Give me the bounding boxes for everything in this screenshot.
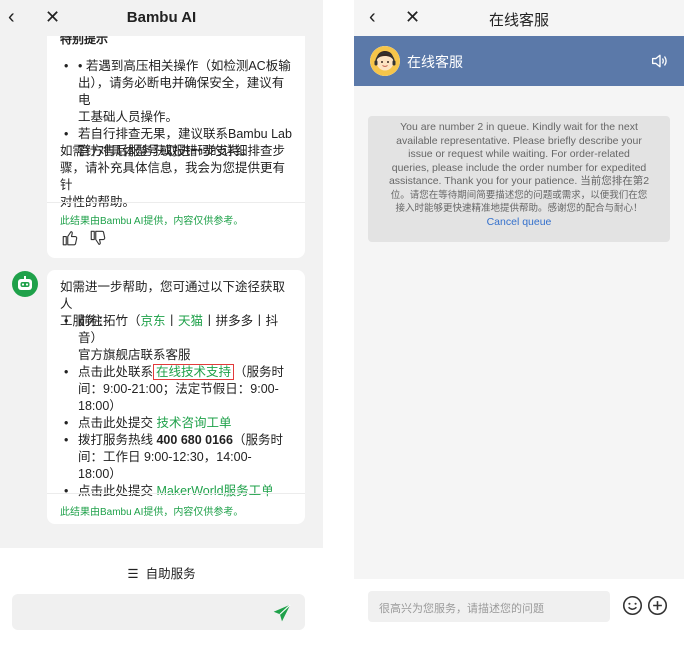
agent-avatar-icon — [370, 46, 400, 76]
chat-input[interactable] — [12, 594, 305, 630]
list-item-text: 出），请务必断电并确保安全，建议有电 — [78, 76, 285, 107]
queue-notice: You are number 2 in queue. Kindly wait f… — [368, 116, 670, 242]
queue-line: 位。请您在等待期间简要描述您的问题或需求，以便我们在您 — [390, 189, 648, 201]
list-item: 点击此处提交 技术咨询工单 — [60, 415, 296, 432]
list-item-text: 官方旗舰店联系客服 — [78, 348, 191, 362]
cancel-queue-link[interactable]: Cancel queue — [376, 216, 662, 230]
page-title: 在线客服 — [488, 12, 549, 29]
divider — [47, 202, 305, 203]
ai-disclaimer: 此结果由Bambu AI提供，内容仅供参考。 — [60, 216, 244, 227]
bot-avatar-icon — [12, 271, 38, 297]
ai-message-bubble: 如需进一步帮助，您可通过以下途径获取人 工服务： 前往拓竹（京东丨天猫丨拼多多丨… — [47, 270, 305, 524]
list-item-text: 18:00） — [78, 467, 122, 481]
queue-line: 接入时能够更快速精准地提供帮助。感谢您的配合与耐心！ — [395, 203, 643, 214]
send-icon[interactable] — [272, 603, 292, 623]
page-title: Bambu AI — [126, 9, 197, 26]
agent-bar: 在线客服 — [354, 36, 684, 86]
thumbs-up-icon[interactable] — [61, 229, 79, 247]
hotline-number[interactable]: 400 680 0166 — [156, 433, 232, 447]
thumbs-down-icon[interactable] — [89, 229, 107, 247]
list-item-text: （服务时 — [234, 365, 285, 379]
list-item-text: 若自行排查无果，建议联系Bambu Lab — [78, 127, 292, 141]
speaker-icon[interactable] — [650, 52, 670, 70]
separator: 丨 — [165, 314, 179, 328]
paragraph-line: 如需进一步帮助，您可通过以下途径获取人 — [60, 280, 286, 311]
list-item-text: （服务时 — [232, 433, 283, 447]
queue-line: assistance. Thank you for your patience.… — [388, 175, 650, 187]
plus-icon[interactable] — [647, 595, 668, 616]
ai-disclaimer: 此结果由Bambu AI提供，内容仅供参考。 — [60, 507, 244, 518]
paragraph-line: 如需针对具体型号或报错码的详细排查步 — [60, 144, 286, 158]
list-item-text: 点击此处提交 — [78, 484, 157, 498]
makerworld-ticket-link[interactable]: MakerWorld服务工单 — [156, 484, 273, 498]
list-item-text: 点击此处联系 — [78, 365, 154, 379]
list-item: 前往拓竹（京东丨天猫丨拼多多丨抖音） 官方旗舰店联系客服 — [60, 313, 296, 364]
list-item-text: • 若遇到高压相关操作（如检测AC板输 — [78, 59, 291, 73]
list-item-text: 拨打服务热线 — [78, 433, 157, 447]
bambu-ai-chat-panel: 特别提示 • 若遇到高压相关操作（如检测AC板输 出），请务必断电并确保安全，建… — [0, 0, 323, 652]
queue-line: queries, please include the order number… — [391, 161, 647, 174]
self-service-label: 自助服务 — [145, 567, 196, 581]
jd-link[interactable]: 京东 — [141, 314, 166, 328]
tech-ticket-link[interactable]: 技术咨询工单 — [156, 416, 231, 430]
online-tech-support-link[interactable]: 在线技术支持 — [153, 364, 235, 380]
ai-message-bubble: 特别提示 • 若遇到高压相关操作（如检测AC板输 出），请务必断电并确保安全，建… — [47, 22, 305, 258]
right-bottom-bar: 很高兴为您服务，请描述您的问题 — [354, 579, 684, 652]
menu-icon: ☰ — [127, 567, 139, 581]
list-item-text: 工基础人员操作。 — [78, 110, 179, 124]
right-header: ‹ ✕ 在线客服 — [354, 0, 684, 36]
list-item-text: 18:00） — [78, 399, 122, 413]
queue-line: issue or request while waiting. For orde… — [408, 148, 630, 160]
self-service-button[interactable]: ☰ 自助服务 — [0, 563, 323, 582]
list-item-text: 前往拓竹（ — [78, 314, 141, 328]
tmall-link[interactable]: 天猫 — [178, 314, 203, 328]
list-item: • 若遇到高压相关操作（如检测AC板输 出），请务必断电并确保安全，建议有电 工… — [60, 58, 296, 126]
divider — [47, 493, 305, 494]
list-item-text: 间：工作日 9:00-12:30，14:00- — [78, 450, 252, 464]
paragraph-line: 骤，请补充具体信息，我会为您提供更有针 — [60, 161, 286, 192]
left-header: ‹ ✕ Bambu AI — [0, 0, 323, 36]
queue-line: available representative. Please briefly… — [396, 134, 642, 147]
message-paragraph: 如需针对具体型号或报错码的详细排查步 骤，请补充具体信息，我会为您提供更有针 对… — [60, 143, 296, 211]
list-item-text: 间：9:00-21:00；法定节假日：9:00- — [78, 382, 279, 396]
emoji-icon[interactable] — [622, 595, 643, 616]
list-item: 拨打服务热线 400 680 0166（服务时 间：工作日 9:00-12:30… — [60, 432, 296, 483]
customer-service-panel: ‹ ✕ 在线客服 在线客服 You are number 2 in queue.… — [354, 0, 684, 652]
message-input[interactable]: 很高兴为您服务，请描述您的问题 — [368, 591, 610, 622]
queue-line: You are number 2 in queue. Kindly wait f… — [400, 121, 638, 133]
list-item: 点击此处提交 MakerWorld服务工单 — [60, 483, 296, 500]
contact-options-list: 前往拓竹（京东丨天猫丨拼多多丨抖音） 官方旗舰店联系客服 点击此处联系在线技术支… — [60, 313, 296, 500]
left-bottom-bar: ☰ 自助服务 — [0, 548, 323, 652]
list-item-text: 点击此处提交 — [78, 416, 157, 430]
agent-name: 在线客服 — [407, 54, 463, 70]
panel-gap — [323, 0, 354, 652]
list-item: 点击此处联系在线技术支持（服务时 间：9:00-21:00；法定节假日：9:00… — [60, 364, 296, 415]
